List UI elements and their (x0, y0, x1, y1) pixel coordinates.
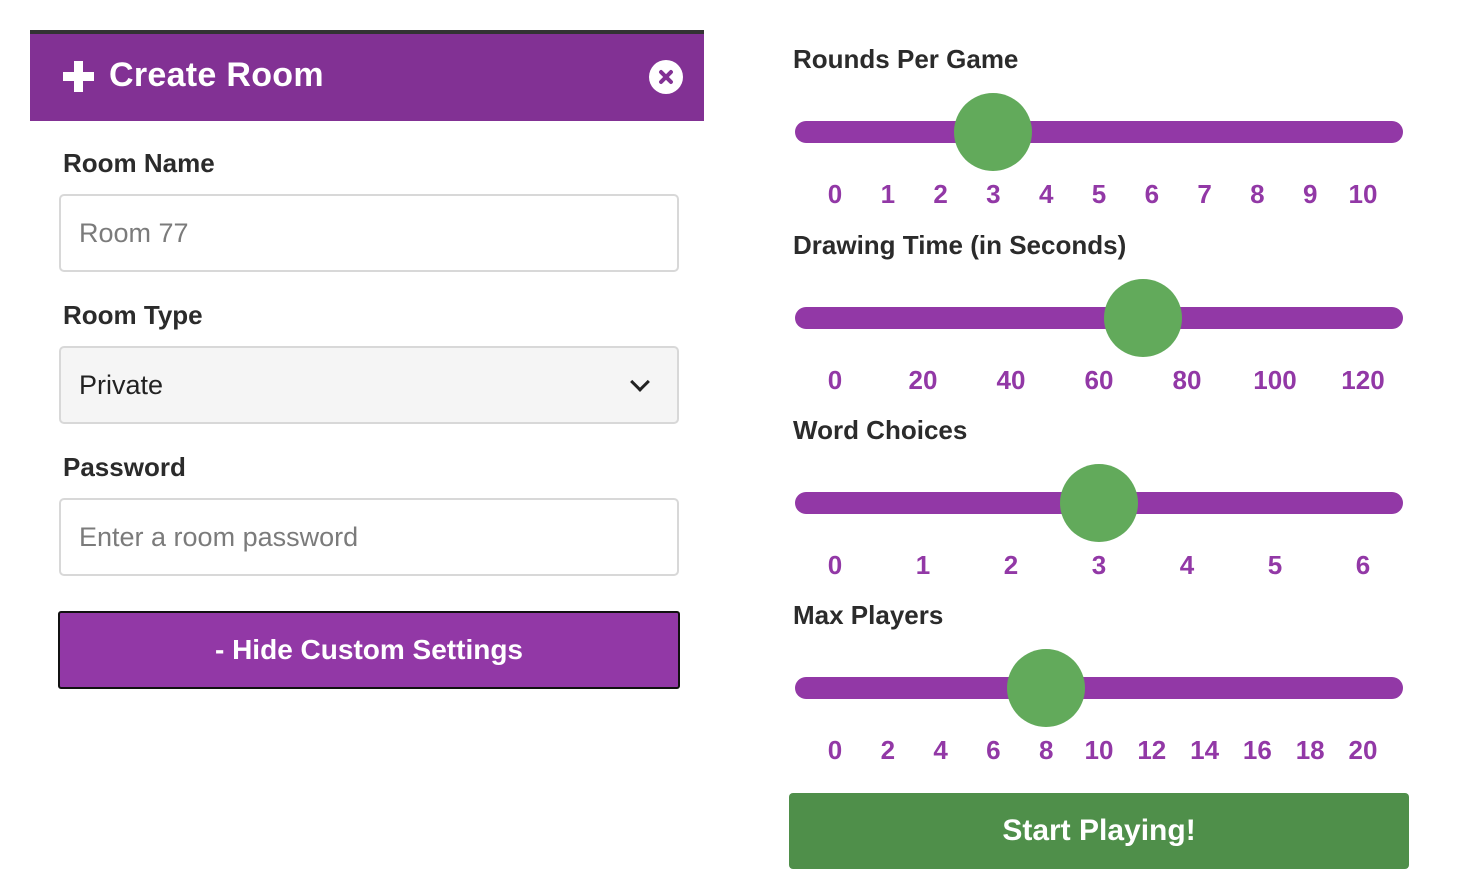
slider-tick-label: 10 (1348, 179, 1378, 209)
start-playing-button[interactable]: Start Playing! (789, 793, 1409, 869)
slider-tick-label: 1 (880, 179, 896, 209)
chevron-down-icon (630, 372, 650, 392)
slider-tick-label: 20 (1348, 735, 1378, 765)
slider-tick-label: 0 (827, 550, 843, 580)
slider-tick-label: 60 (1084, 365, 1114, 395)
slider-tick-label: 0 (827, 365, 843, 395)
slider-tick-label: 0 (827, 179, 843, 209)
slider-tick-label: 18 (1295, 735, 1325, 765)
slider-track[interactable] (795, 307, 1403, 329)
slider-tick-label: 2 (1003, 550, 1019, 580)
slider-tick-label: 2 (880, 735, 896, 765)
slider-thumb[interactable] (1007, 649, 1086, 727)
slider-section: Word Choices 0 1 2 3 4 5 6 (793, 415, 1413, 580)
slider-track[interactable] (795, 121, 1403, 143)
slider-tick-label: 1 (915, 550, 931, 580)
slider-tick-label: 80 (1172, 365, 1202, 395)
slider-label: Rounds Per Game (793, 44, 1019, 74)
slider-tick-label: 14 (1190, 735, 1220, 765)
slider-tick-label: 4 (1038, 179, 1054, 209)
slider-label: Word Choices (793, 415, 968, 445)
room-name-input[interactable]: Room 77 (59, 194, 679, 272)
slider-section: Rounds Per Game 0 1 2 3 4 5 6 7 8 9 10 (793, 44, 1413, 209)
plus-icon (63, 61, 94, 92)
slider-tick-label: 12 (1137, 735, 1167, 765)
slider-tick-label: 10 (1084, 735, 1114, 765)
slider-tick-label: 4 (1179, 550, 1195, 580)
slider-tick-label: 6 (1355, 550, 1371, 580)
slider-label: Max Players (793, 600, 944, 630)
slider-thumb[interactable] (1104, 279, 1182, 357)
slider-tick-label: 16 (1242, 735, 1272, 765)
slider-thumb[interactable] (954, 93, 1033, 171)
room-name-label: Room Name (63, 148, 215, 178)
slider-tick-label: 6 (1144, 179, 1160, 209)
slider-tick-label: 100 (1253, 365, 1297, 395)
room-name-placeholder: Room 77 (79, 218, 189, 248)
slider-tick-label: 4 (933, 735, 948, 765)
password-input[interactable]: Enter a room password (59, 498, 679, 576)
slider-label: Drawing Time (in Seconds) (793, 230, 1127, 260)
slider-tick-label: 3 (986, 179, 1001, 209)
room-type-select[interactable]: Private (59, 346, 679, 424)
slider-track[interactable] (795, 677, 1403, 699)
slider-tick-label: 9 (1302, 179, 1318, 209)
slider-tick-label: 20 (908, 365, 938, 395)
slider-tick-label: 7 (1197, 179, 1212, 209)
slider-tick-label: 8 (1038, 735, 1054, 765)
slider-tick-label: 3 (1091, 550, 1107, 580)
close-icon[interactable] (649, 60, 683, 94)
room-type-label: Room Type (63, 300, 203, 330)
password-label: Password (63, 452, 186, 482)
panel-header: Create Room (30, 30, 704, 121)
create-room-panel: Create Room Room Name Room 77 Room Type … (30, 30, 704, 689)
slider-tick-label: 40 (996, 365, 1026, 395)
slider-tick-label: 5 (1091, 179, 1107, 209)
slider-tick-label: 5 (1267, 550, 1283, 580)
room-type-selected: Private (79, 370, 164, 400)
slider-thumb[interactable] (1060, 464, 1138, 542)
panel-title: Create Room (109, 56, 324, 94)
slider-tick-label: 120 (1341, 365, 1385, 395)
password-placeholder: Enter a room password (79, 522, 359, 552)
slider-tick-label: 2 (933, 179, 948, 209)
slider-section: Max Players 0 2 4 6 8 10 12 14 16 18 20 (793, 600, 1413, 765)
slider-tick-label: 6 (986, 735, 1001, 765)
slider-tick-label: 8 (1250, 179, 1265, 209)
hide-custom-settings-button[interactable]: - Hide Custom Settings (58, 611, 680, 689)
slider-section: Drawing Time (in Seconds) 0 20 40 60 80 100 120 (793, 230, 1413, 395)
slider-tick-label: 0 (827, 735, 843, 765)
